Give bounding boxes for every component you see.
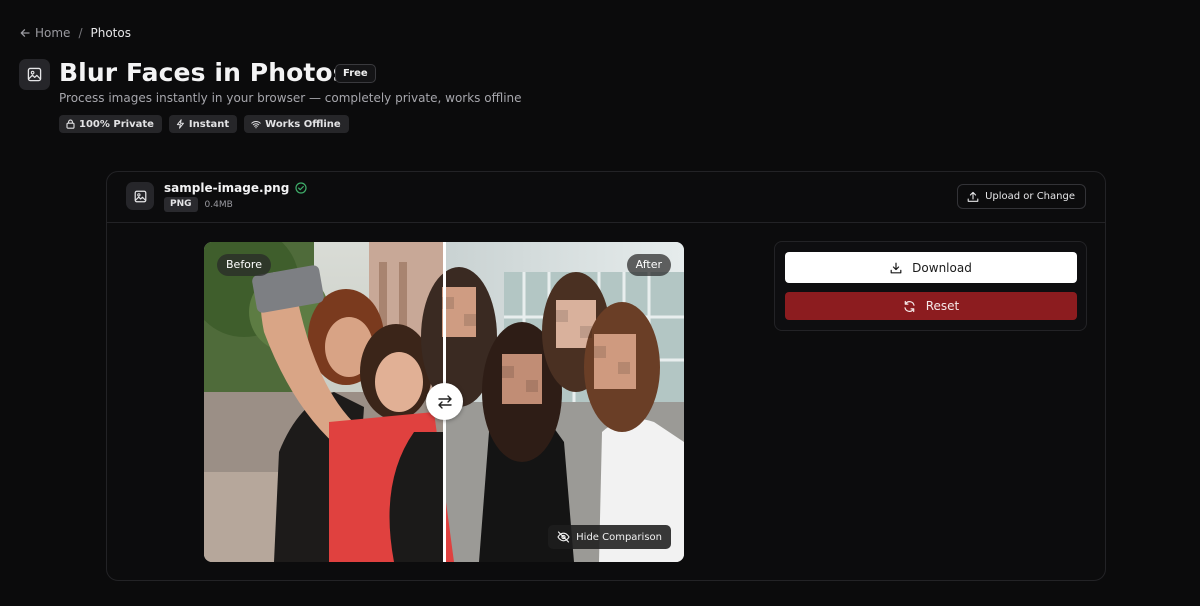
file-name: sample-image.png	[164, 181, 290, 195]
page-subtitle: Process images instantly in your browser…	[59, 91, 522, 105]
chip-offline: Works Offline	[244, 115, 349, 133]
download-icon	[890, 262, 902, 274]
download-button[interactable]: Download	[785, 252, 1077, 283]
breadcrumb-home-label: Home	[35, 26, 71, 40]
reset-label: Reset	[925, 299, 960, 313]
reset-button[interactable]: Reset	[785, 292, 1077, 320]
refresh-icon	[903, 300, 916, 313]
swap-arrows-icon	[436, 393, 454, 411]
lock-icon	[66, 119, 75, 129]
hide-comparison-button[interactable]: Hide Comparison	[548, 525, 671, 549]
image-icon	[19, 59, 50, 90]
file-type-badge: PNG	[164, 197, 198, 212]
breadcrumb-separator: /	[78, 26, 83, 40]
file-meta: PNG 0.4MB	[164, 197, 233, 212]
before-label: Before	[217, 254, 271, 276]
feature-chips: 100% Private Instant Works Offline	[59, 115, 349, 133]
chip-offline-label: Works Offline	[265, 118, 341, 130]
check-circle-icon	[295, 182, 307, 194]
comparison-viewer[interactable]: Before After Hide Comparison	[204, 242, 684, 562]
comparison-slider-handle[interactable]	[426, 383, 463, 420]
breadcrumb-current: Photos	[90, 26, 131, 40]
chip-instant: Instant	[168, 115, 238, 133]
arrow-left-icon	[20, 28, 30, 38]
after-label: After	[626, 254, 671, 276]
page-title: Blur Faces in Photos	[59, 58, 348, 87]
chip-private-label: 100% Private	[79, 118, 154, 130]
breadcrumb: Home / Photos	[20, 25, 131, 41]
eye-off-icon	[557, 531, 570, 543]
bolt-icon	[176, 119, 185, 129]
tool-card: sample-image.png PNG 0.4MB Upload or Cha…	[106, 171, 1106, 581]
file-size: 0.4MB	[204, 199, 233, 210]
download-label: Download	[912, 260, 972, 275]
hide-comparison-label: Hide Comparison	[576, 531, 662, 543]
upload-icon	[967, 191, 979, 203]
chip-instant-label: Instant	[188, 118, 230, 130]
breadcrumb-home-link[interactable]: Home	[20, 26, 70, 40]
chip-private: 100% Private	[59, 115, 162, 133]
file-name-row: sample-image.png	[164, 181, 307, 195]
actions-panel: Download Reset	[774, 241, 1087, 331]
wifi-icon	[251, 120, 261, 129]
upload-button[interactable]: Upload or Change	[957, 184, 1086, 209]
upload-label: Upload or Change	[985, 191, 1075, 202]
free-badge: Free	[335, 64, 376, 83]
file-image-icon	[126, 182, 154, 210]
file-header: sample-image.png PNG 0.4MB Upload or Cha…	[107, 172, 1105, 223]
